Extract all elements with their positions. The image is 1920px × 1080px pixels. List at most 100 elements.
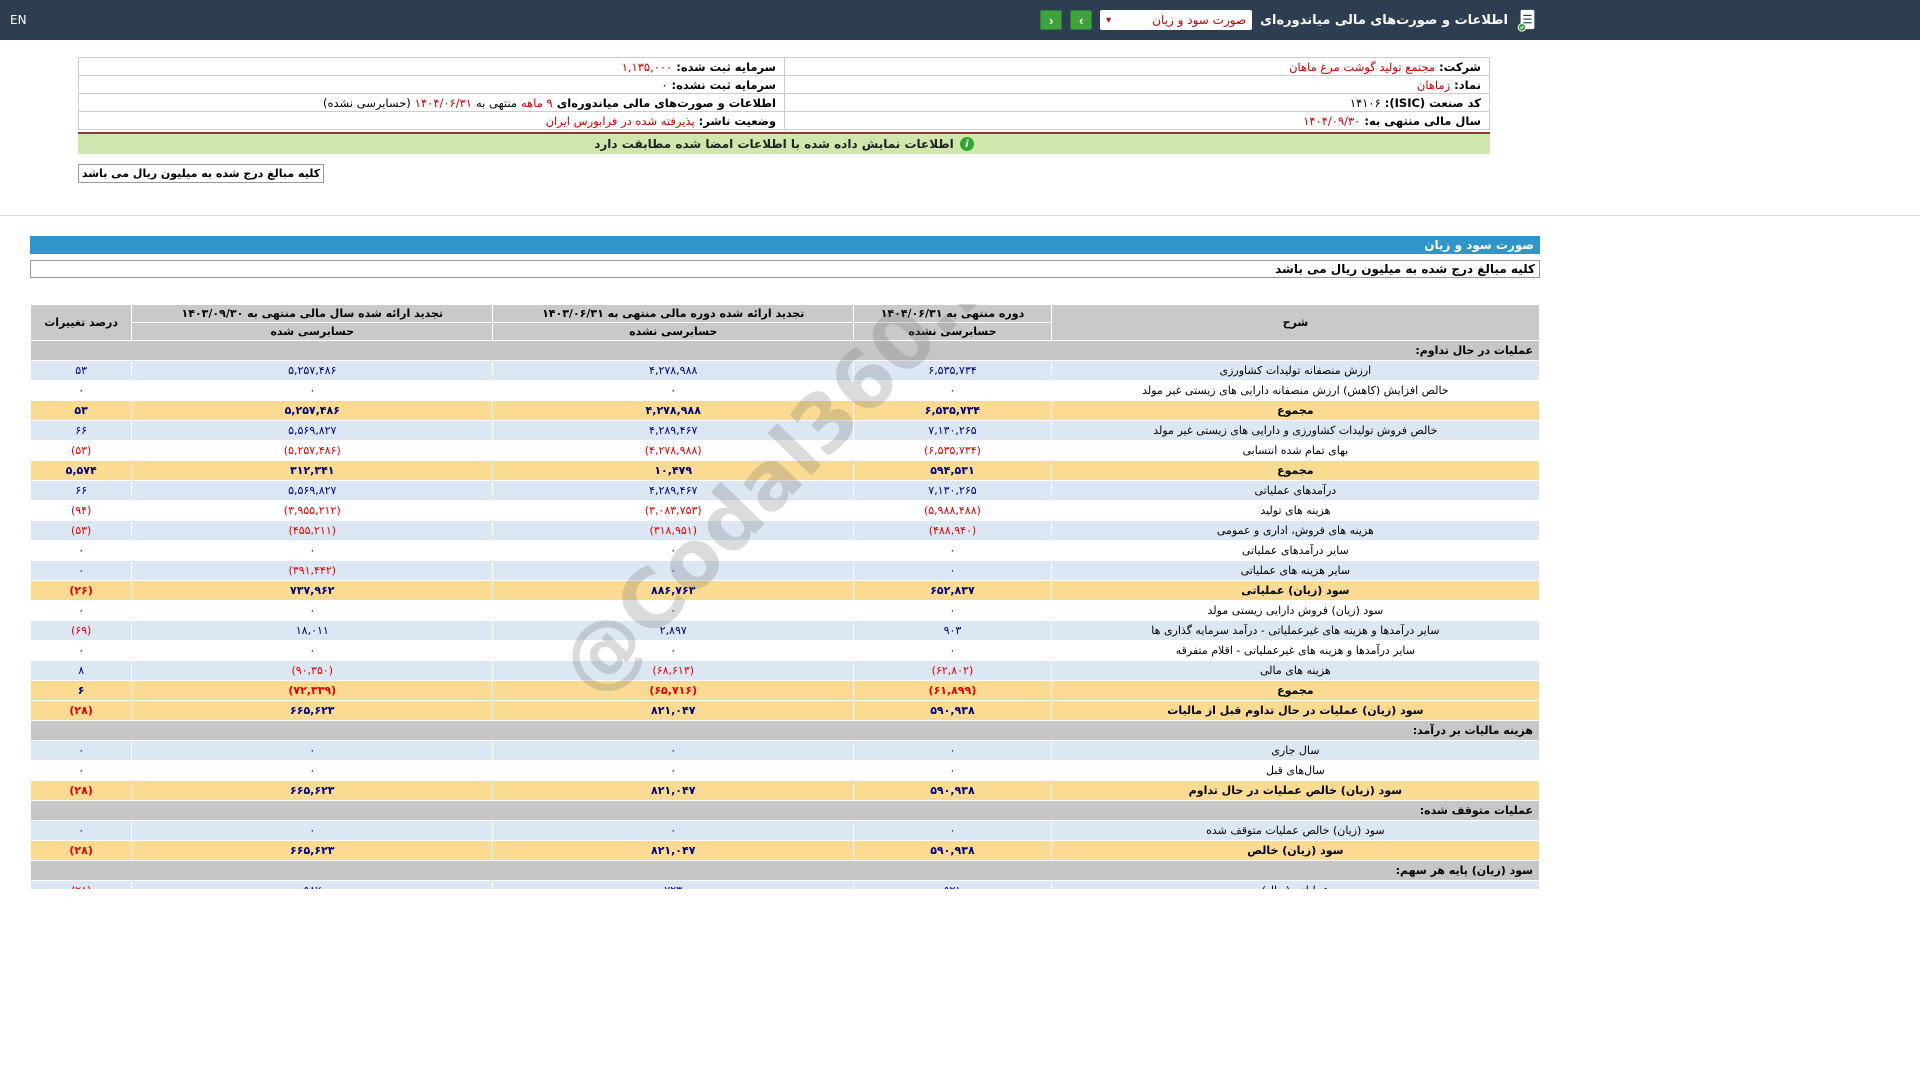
next-report-button[interactable]: ‹ (1040, 10, 1063, 30)
cell-value: (۶۸,۶۱۳) (493, 661, 854, 680)
row-label: خالص افزایش (کاهش) ارزش منصفانه دارایی ه… (1051, 381, 1539, 400)
percent-change-value: ۰ (31, 761, 132, 780)
report-type-dropdown[interactable]: صورت سود و زیان ▾ (1100, 10, 1253, 30)
table-row: عملیات متوقف شده: (31, 801, 1539, 820)
cell-value: ۴,۲۷۸,۹۸۸ (493, 361, 854, 380)
cell-value: ۶۶۵,۶۲۳ (132, 701, 493, 720)
cell-value: (۶,۵۳۵,۷۳۴) (854, 441, 1051, 460)
cell-value: (۴,۲۷۸,۹۸۸) (493, 441, 854, 460)
table-row: هزینه های تولید (۵,۹۸۸,۴۸۸) (۳,۰۸۳,۷۵۳) (۳,… (31, 501, 1539, 520)
column-header-restated-year: تجدید ارائه شده سال مالی منتهی به ۱۴۰۳/۰… (132, 305, 493, 322)
info-cell: سرمایه ثبت نشده: ۰ (79, 76, 784, 94)
cell-value: ۰ (854, 381, 1051, 400)
cell-value: ۱۰,۴۷۹ (493, 461, 854, 480)
column-header-period: دوره منتهی به ۱۴۰۴/۰۶/۳۱ (854, 305, 1051, 322)
percent-change-value: ۰ (31, 741, 132, 760)
info-value: مجتمع تولید گوشت مرغ ماهان (1289, 59, 1436, 74)
cell-value: ۰ (854, 641, 1051, 660)
percent-change-value: (۵۳) (31, 521, 132, 540)
report-type-selected: صورت سود و زیان (1152, 13, 1247, 27)
cell-value: (۵,۲۵۷,۴۸۶) (132, 441, 493, 460)
column-header-restated-period: تجدید ارائه شده دوره مالی منتهی به ۱۴۰۳/… (493, 305, 854, 322)
cell-value: ۳۱۲,۳۴۱ (132, 461, 493, 480)
row-label: سود (زیان) عملیاتی (1051, 581, 1539, 600)
table-row: خالص افزایش (کاهش) ارزش منصفانه دارایی ه… (31, 381, 1539, 400)
percent-change-value: (۵۳) (31, 441, 132, 460)
row-label: سایر درآمدهای عملیاتی (1051, 541, 1539, 560)
percent-change-value: ۰ (31, 601, 132, 620)
cell-value: ۵۸۷ (132, 881, 493, 889)
table-row: سایر هزینه های عملیاتی ۰ ۰ (۳۹۱,۴۴۲) ۰ (31, 561, 1539, 580)
info-label: شرکت: (1439, 59, 1481, 74)
table-row: مجموع ۵۹۴,۵۳۱ ۱۰,۴۷۹ ۳۱۲,۳۴۱ ۵,۵۷۴ (31, 461, 1539, 480)
row-label: درآمدهای عملیاتی (1051, 481, 1539, 500)
cell-value: ۴,۲۸۹,۴۶۷ (493, 421, 854, 440)
cell-value: ۵۹۰,۹۳۸ (854, 841, 1051, 860)
income-statement-table: شرح دوره منتهی به ۱۴۰۴/۰۶/۳۱ تجدید ارائه… (30, 304, 1540, 889)
cell-value: (۳۹۱,۴۴۲) (132, 561, 493, 580)
cell-value: ۰ (132, 761, 493, 780)
percent-change-value: (۲۸) (31, 881, 132, 889)
cell-value: ۵,۲۵۷,۴۸۶ (132, 401, 493, 420)
row-label: ارزش منصفانه تولیدات کشاورزی (1051, 361, 1539, 380)
info-value: ۹ ماهه (520, 95, 553, 110)
row-label: سایر هزینه های عملیاتی (1051, 561, 1539, 580)
percent-change-value: ۰ (31, 381, 132, 400)
cell-value: ۷,۱۳۰,۲۶۵ (854, 421, 1051, 440)
table-row: سود (زیان) عملیاتی ۶۵۲,۸۳۷ ۸۸۶,۷۶۳ ۷۳۷,۹۶۲(… (31, 581, 1539, 600)
row-label: مجموع (1051, 681, 1539, 700)
cell-value: (۳,۹۵۵,۲۱۲) (132, 501, 493, 520)
info-value: منتهی به (475, 95, 517, 110)
table-row: سایر درآمدها و هزینه های غیرعملیاتی - اق… (31, 641, 1539, 660)
cell-value: (۶۵,۷۱۶) (493, 681, 854, 700)
percent-change-value: ۵۳ (31, 361, 132, 380)
prev-report-button[interactable]: › (1070, 10, 1093, 30)
cell-value: (۹۰,۳۵۰) (132, 661, 493, 680)
cell-value: ۸۲۱,۰۴۷ (493, 781, 854, 800)
percent-change-value: ۵۳ (31, 401, 132, 420)
table-row: هزینه های فروش، اداری و عمومی (۴۸۸,۹۴۰) (۳… (31, 521, 1539, 540)
row-label: عملیاتی (ریال) (1051, 881, 1539, 889)
cell-value: ۷۲۳ (493, 881, 854, 889)
info-icon: i (959, 137, 974, 151)
column-header-description: شرح (1051, 305, 1539, 340)
row-label: هزینه های تولید (1051, 501, 1539, 520)
info-cell: وضعیت ناشر: پذیرفته شده در فرابورس ایران (79, 112, 784, 130)
row-label: سود (زیان) خالص عملیات در حال تداوم (1051, 781, 1539, 800)
section-label: عملیات در حال تداوم: (31, 341, 1539, 360)
row-label: سایر درآمدها و هزینه های غیرعملیاتی - در… (1051, 621, 1539, 640)
cell-value: ۰ (493, 761, 854, 780)
info-label: وضعیت ناشر: (698, 113, 776, 128)
cell-value: ۸۲۱,۰۴۷ (493, 841, 854, 860)
cell-value: (۵,۹۸۸,۴۸۸) (854, 501, 1051, 520)
cell-value: ۶۶۵,۶۲۳ (132, 841, 493, 860)
cell-value: (۳۱۸,۹۵۱) (493, 521, 854, 540)
table-row: ارزش منصفانه تولیدات کشاورزی ۶,۵۳۵,۷۳۴ ۴,۲… (31, 361, 1539, 380)
cell-value: (۶۲,۸۰۲) (854, 661, 1051, 680)
info-cell: اطلاعات و صورت‌های مالی میاندوره‌ای ۹ ما… (79, 94, 784, 112)
row-label: سود (زیان) فروش دارایی زیستی مولد (1051, 601, 1539, 620)
language-toggle[interactable]: EN (10, 13, 27, 27)
cell-value: ۶,۵۳۵,۷۳۴ (854, 361, 1051, 380)
table-row: عملیاتی (ریال)۵۲۱۷۲۳۵۸۷(۲۸) (31, 881, 1539, 889)
percent-change-value: ۰ (31, 561, 132, 580)
row-label: مجموع (1051, 461, 1539, 480)
statement-title-bar: صورت سود و زیان (30, 236, 1540, 254)
row-label: بهای تمام شده انتسابی (1051, 441, 1539, 460)
table-row: سود (زیان) خالص ۵۹۰,۹۳۸ ۸۲۱,۰۴۷ ۶۶۵,۶۲۳ (۲۸) (31, 841, 1539, 860)
row-label: سود (زیان) خالص (1051, 841, 1539, 860)
section-label: سود (زیان) پایه هر سهم: (31, 861, 1539, 880)
cell-value: ۶۶۵,۶۲۳ (132, 781, 493, 800)
signature-match-banner: i اطلاعات نمایش داده شده با اطلاعات امضا… (78, 132, 1490, 154)
percent-change-value: ۶۶ (31, 421, 132, 440)
info-value: ۱۴۱۰۶ (1349, 95, 1381, 110)
cell-value: ۵۹۴,۵۳۱ (854, 461, 1051, 480)
info-label: کد صنعت (ISIC): (1384, 95, 1481, 110)
cell-value: (۴۸۸,۹۴۰) (854, 521, 1051, 540)
cell-value: ۰ (493, 641, 854, 660)
percent-change-value: ۰ (31, 541, 132, 560)
row-label: سال جاری (1051, 741, 1539, 760)
row-label: سود (زیان) عملیات در حال تداوم قبل از ما… (1051, 701, 1539, 720)
info-value: (حسابرسی نشده) (323, 95, 411, 110)
table-row: درآمدهای عملیاتی ۷,۱۳۰,۲۶۵ ۴,۲۸۹,۴۶۷ ۵,۵۶۹,… (31, 481, 1539, 500)
